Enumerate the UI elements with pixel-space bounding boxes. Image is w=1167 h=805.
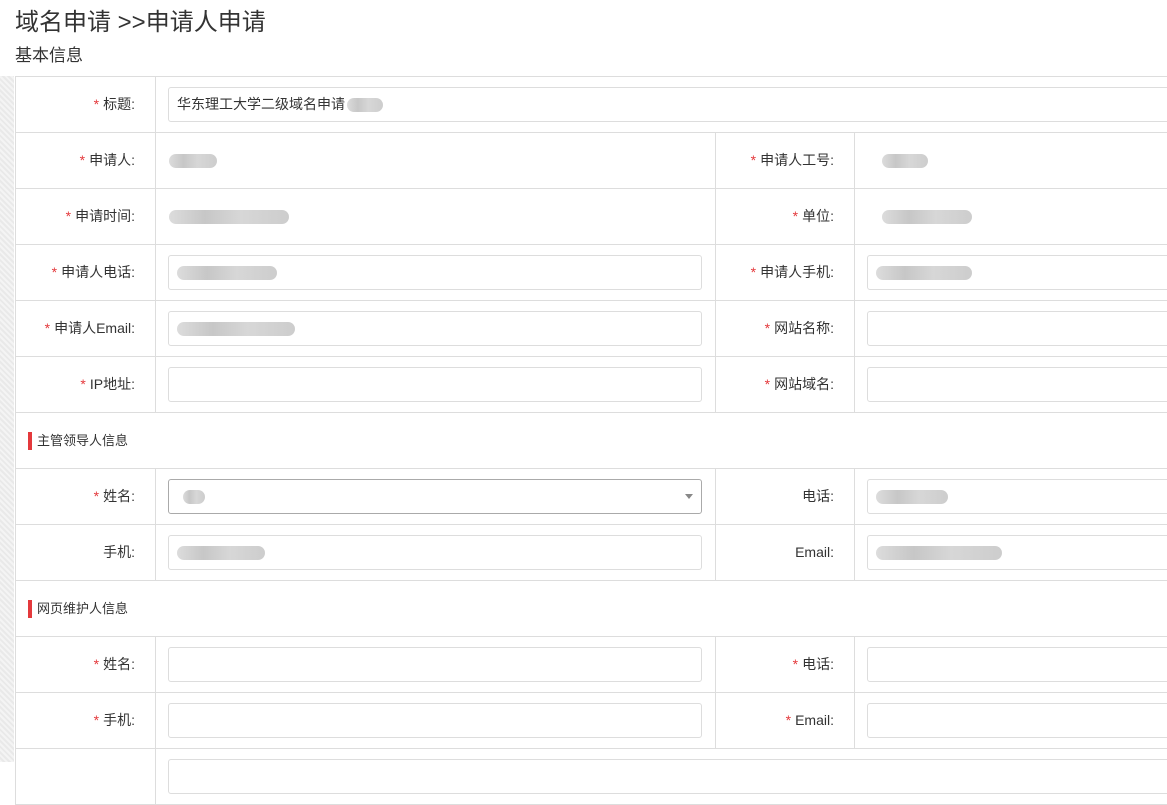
redacted-text [876,266,972,281]
leader-group-title: 主管领导人信息 [37,433,129,448]
unit-label: * 单位: [715,189,855,244]
staff-no-label: * 申请人工号: [715,133,855,188]
maintainer-name-input[interactable] [168,647,702,682]
maintainer-group-header: 网页维护人信息 [16,581,1167,637]
form-row-applicant: * 申请人: * 申请人工号: [16,133,1167,189]
form-row-next [16,749,1167,805]
application-form: * 标题: 华东理工大学二级域名申请 * 申请人: * 申请人工号: * 申请时间: *… [15,76,1167,805]
redacted-text [177,322,295,337]
redacted-text [183,490,205,505]
maintainer-name-label: * 姓名: [16,637,156,692]
form-row-phone: * 申请人电话: * 申请人手机: [16,245,1167,301]
redacted-text [876,490,948,505]
maintainer-group-title: 网页维护人信息 [37,601,129,616]
phone-label: * 申请人电话: [16,245,156,300]
left-gutter [0,76,14,762]
applicant-value [169,133,703,188]
form-row-leader-mobile: 手机: Email: [16,525,1167,581]
redacted-text [177,546,265,561]
form-row-apply-time: * 申请时间: * 单位: [16,189,1167,245]
phone-input[interactable] [168,255,702,290]
form-row-title: * 标题: 华东理工大学二级域名申请 [16,77,1167,133]
maintainer-email-input[interactable] [867,703,1167,738]
maintainer-phone-label: * 电话: [715,637,855,692]
next-row-label [16,749,156,804]
maintainer-mobile-label: * 手机: [16,693,156,748]
form-row-maintainer-mobile: * 手机: * Email: [16,693,1167,749]
redacted-text [882,154,928,169]
ip-input[interactable] [168,367,702,402]
form-row-leader-name: * 姓名: 电话: [16,469,1167,525]
leader-mobile-input[interactable] [168,535,702,570]
applicant-label: * 申请人: [16,133,156,188]
leader-mobile-label: 手机: [16,525,156,580]
section-title: 基本信息 [15,46,83,65]
next-row-input[interactable] [168,759,1167,794]
group-marker [28,432,32,450]
apply-time-label: * 申请时间: [16,189,156,244]
leader-name-select[interactable] [168,479,702,514]
redacted-text [169,154,217,169]
staff-no-value [868,133,1167,188]
redacted-text [169,210,289,225]
site-domain-input[interactable] [867,367,1167,402]
email-label: * 申请人Email: [16,301,156,356]
maintainer-email-label: * Email: [715,693,855,748]
title-label: * 标题: [16,77,156,132]
redacted-text [876,546,1002,561]
site-name-input[interactable] [867,311,1167,346]
form-row-maintainer-name: * 姓名: * 电话: [16,637,1167,693]
leader-name-label: * 姓名: [16,469,156,524]
leader-group-header: 主管领导人信息 [16,413,1167,469]
unit-value [868,189,1167,244]
leader-phone-input[interactable] [867,479,1167,514]
redacted-text [177,266,277,281]
chevron-down-icon [685,494,693,499]
mobile-label: * 申请人手机: [715,245,855,300]
title-input[interactable]: 华东理工大学二级域名申请 [168,87,1167,122]
mobile-input[interactable] [867,255,1167,290]
form-row-ip: * IP地址: * 网站域名: [16,357,1167,413]
redacted-text [882,210,972,225]
group-marker [28,600,32,618]
form-row-email: * 申请人Email: * 网站名称: [16,301,1167,357]
site-domain-label: * 网站域名: [715,357,855,412]
leader-email-label: Email: [715,525,855,580]
leader-phone-label: 电话: [715,469,855,524]
ip-label: * IP地址: [16,357,156,412]
leader-email-input[interactable] [867,535,1167,570]
email-input[interactable] [168,311,702,346]
apply-time-value [169,189,703,244]
maintainer-mobile-input[interactable] [168,703,702,738]
site-name-label: * 网站名称: [715,301,855,356]
maintainer-phone-input[interactable] [867,647,1167,682]
page-title: 域名申请 >>申请人申请 [15,9,266,36]
redacted-text [347,98,383,113]
